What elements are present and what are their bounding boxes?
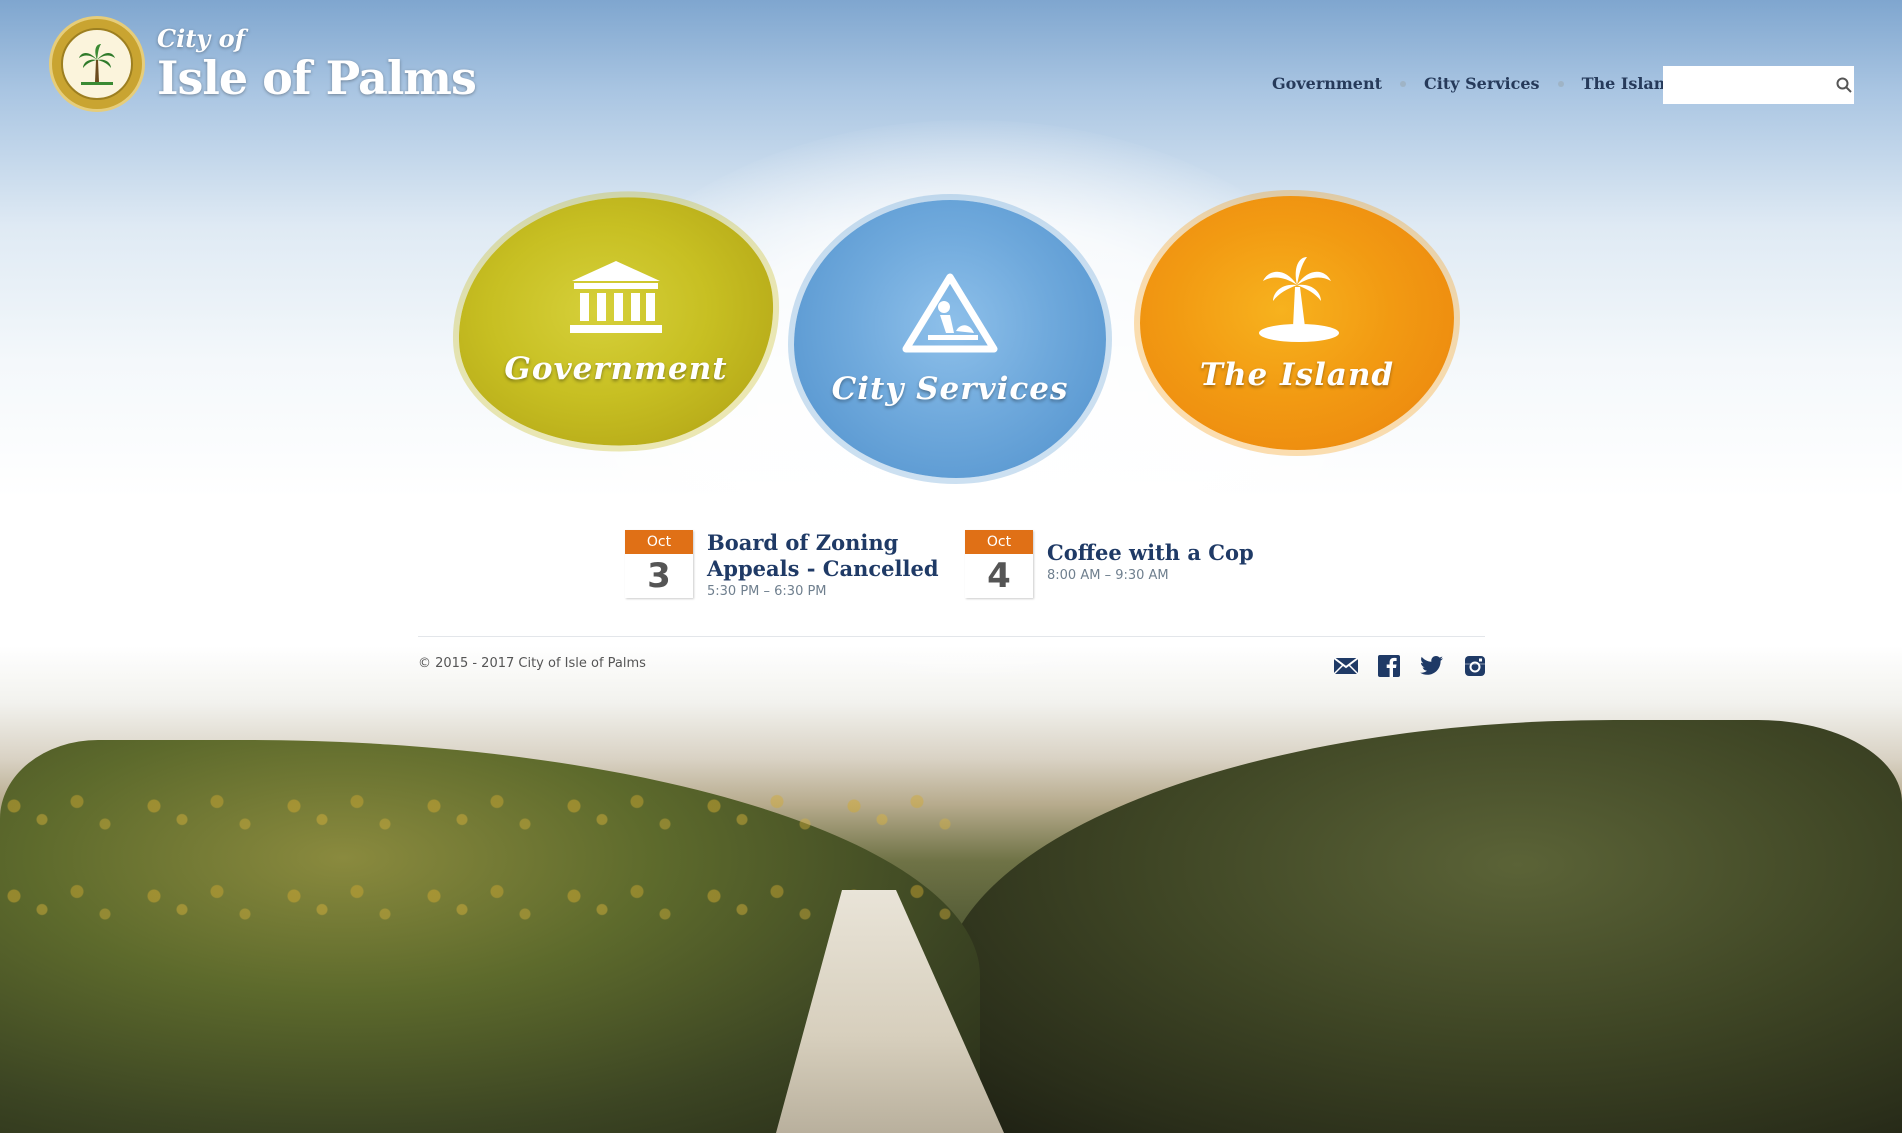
- tile-label: Government: [504, 351, 728, 387]
- event-day: 4: [987, 556, 1011, 596]
- event-date: Oct 4: [965, 530, 1033, 598]
- tile-label: City Services: [831, 371, 1069, 407]
- palm-island-icon: [1247, 253, 1347, 347]
- event-month: Oct: [625, 530, 693, 554]
- logo-isle-of-palms: Isle of Palms: [157, 51, 477, 105]
- event-item[interactable]: Oct 3 Board of Zoning Appeals - Cancelle…: [625, 530, 939, 602]
- nav-separator: [1400, 80, 1407, 87]
- search-box: [1663, 66, 1854, 104]
- social-links: [1333, 654, 1505, 678]
- email-icon[interactable]: [1333, 654, 1359, 678]
- event-time: 5:30 PM – 6:30 PM: [707, 584, 827, 599]
- event-item[interactable]: Oct 4 Coffee with a Cop 8:00 AM – 9:30 A…: [965, 530, 1254, 598]
- road-work-sign-icon: [900, 271, 1000, 361]
- seal-palm-icon: [79, 44, 115, 85]
- tile-government[interactable]: Government: [449, 187, 783, 457]
- nav-government[interactable]: Government: [1272, 74, 1382, 93]
- event-day: 3: [647, 556, 671, 596]
- twitter-icon[interactable]: [1419, 654, 1445, 678]
- search-input[interactable]: [1663, 67, 1834, 103]
- event-time: 8:00 AM – 9:30 AM: [1047, 568, 1169, 583]
- site-logo[interactable]: City of Isle of Palms: [49, 16, 477, 112]
- logo-city-of: City of: [157, 24, 245, 53]
- tile-the-island[interactable]: The Island: [1140, 196, 1454, 450]
- nav-city-services[interactable]: City Services: [1424, 74, 1540, 93]
- tile-city-services[interactable]: City Services: [794, 200, 1106, 478]
- instagram-icon[interactable]: [1462, 654, 1488, 678]
- event-title[interactable]: Board of Zoning Appeals - Cancelled: [707, 530, 939, 582]
- city-seal-icon: [49, 16, 145, 112]
- event-month: Oct: [965, 530, 1033, 554]
- search-icon[interactable]: [1834, 67, 1854, 103]
- top-navigation: Government City Services The Island: [1272, 74, 1677, 93]
- tile-label: The Island: [1199, 357, 1395, 393]
- event-date: Oct 3: [625, 530, 693, 598]
- footer-divider: [418, 636, 1485, 637]
- copyright-text: © 2015 - 2017 City of Isle of Palms: [418, 656, 646, 671]
- facebook-icon[interactable]: [1376, 654, 1402, 678]
- event-title[interactable]: Coffee with a Cop: [1047, 540, 1254, 566]
- nav-separator: [1557, 80, 1564, 87]
- courthouse-icon: [566, 257, 666, 341]
- dune-right-background: [942, 720, 1902, 1133]
